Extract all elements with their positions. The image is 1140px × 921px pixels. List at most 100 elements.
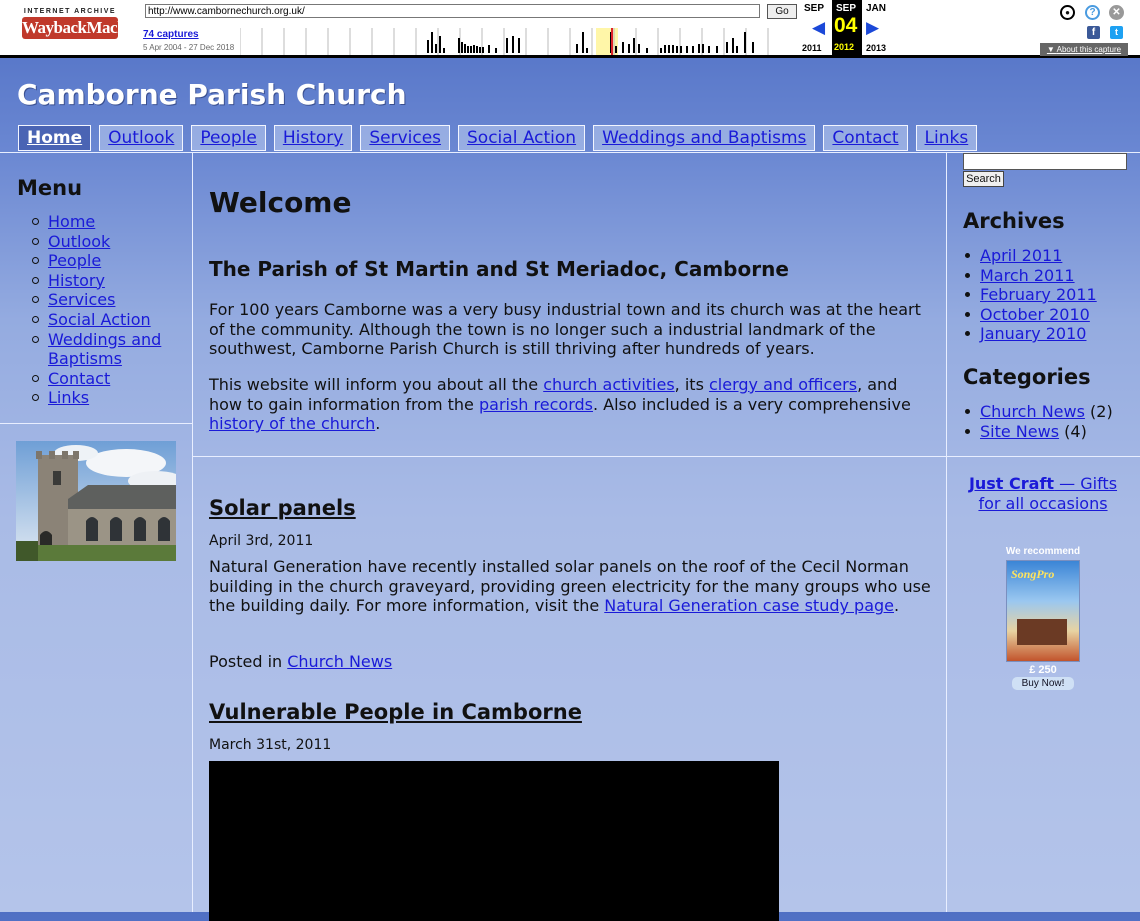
nav-link-weddings[interactable]: Weddings and Baptisms (602, 128, 806, 148)
archive-link[interactable]: February 2011 (980, 285, 1097, 304)
about-capture-label: About this capture (1056, 45, 1122, 54)
post-date-solar: April 3rd, 2011 (209, 533, 314, 549)
just-craft-ad[interactable]: Just Craft — Gifts for all occasions (958, 474, 1128, 514)
menu-item: Contact (32, 369, 178, 389)
nav-link-services[interactable]: Services (369, 128, 441, 148)
nav-link-people[interactable]: People (200, 128, 256, 148)
product-photo (1017, 619, 1067, 645)
categories-list: Church News (2) Site News (4) (965, 402, 1113, 442)
embedded-video[interactable] (209, 761, 779, 921)
info-paragraph: This website will inform you about all t… (209, 375, 934, 434)
prev-capture-arrow-icon[interactable]: ◀ (812, 19, 825, 36)
nav-tab-weddings[interactable]: Weddings and Baptisms (593, 125, 816, 151)
current-day-label: 04 (834, 14, 858, 37)
nav-tab-services[interactable]: Services (360, 125, 451, 151)
menu-link-links[interactable]: Links (48, 388, 89, 407)
archive-link[interactable]: October 2010 (980, 305, 1090, 324)
recommend-widget: We recommend SongPro £ 250 Buy Now! (993, 546, 1093, 690)
menu-link-history[interactable]: History (48, 271, 105, 290)
info-text-1: This website will inform you about all t… (209, 375, 544, 394)
church-activities-link[interactable]: church activities (543, 375, 674, 394)
product-image[interactable]: SongPro (1006, 560, 1080, 662)
archive-item: January 2010 (965, 324, 1097, 344)
clergy-link[interactable]: clergy and officers (709, 375, 857, 394)
menu-link-weddings[interactable]: Weddings and Baptisms (48, 330, 161, 369)
menu-link-people[interactable]: People (48, 251, 101, 270)
archive-link[interactable]: March 2011 (980, 266, 1075, 285)
nav-link-contact[interactable]: Contact (832, 128, 898, 148)
nav-tab-contact[interactable]: Contact (823, 125, 908, 151)
site-title: Camborne Parish Church (17, 78, 407, 111)
just-craft-link[interactable]: Just Craft — Gifts for all occasions (969, 474, 1117, 513)
close-icon[interactable]: ✕ (1109, 5, 1124, 20)
intro-paragraph: For 100 years Camborne was a very busy i… (209, 300, 921, 359)
search-input[interactable] (963, 153, 1127, 170)
page-title: Welcome (209, 186, 352, 219)
info-text-5: . (375, 414, 381, 434)
categories-heading: Categories (963, 365, 1091, 389)
posted-in-label: Posted in (209, 652, 288, 671)
post-title-solar[interactable]: Solar panels (209, 496, 356, 520)
menu-link-services[interactable]: Services (48, 290, 115, 309)
wayback-logo[interactable]: INTERNET ARCHIVE WaybackMachine (22, 8, 147, 46)
nav-link-home[interactable]: Home (27, 128, 82, 148)
nav-tab-outlook[interactable]: Outlook (99, 125, 184, 151)
menu-heading: Menu (17, 176, 83, 200)
nav-link-links[interactable]: Links (925, 128, 969, 148)
menu-link-outlook[interactable]: Outlook (48, 232, 110, 251)
info-text-4: . Also included is a very comprehensive (592, 394, 911, 414)
archive-item: February 2011 (965, 285, 1097, 305)
recommend-label: We recommend (1005, 546, 1081, 557)
menu-list: Home Outlook People History Services Soc… (32, 212, 178, 408)
help-icon[interactable]: ? (1085, 5, 1100, 20)
archive-link[interactable]: January 2010 (980, 324, 1086, 343)
next-month-label: JAN (866, 3, 887, 14)
church-photo (16, 441, 176, 561)
post-title-vulnerable[interactable]: Vulnerable People in Camborne (209, 700, 582, 724)
nav-tab-links[interactable]: Links (915, 125, 978, 151)
product-title: SongPro (1011, 567, 1055, 581)
category-link[interactable]: Church News (980, 402, 1085, 421)
archive-item: April 2011 (965, 246, 1097, 266)
nav-link-social-action[interactable]: Social Action (467, 128, 576, 148)
capture-range: 5 Apr 2004 - 27 Dec 2018 (143, 43, 235, 52)
category-count: (4) (1064, 421, 1087, 441)
wayback-go-button[interactable]: Go (767, 4, 797, 19)
wayback-url-input[interactable] (145, 4, 760, 18)
category-count: (2) (1090, 402, 1113, 421)
menu-link-home[interactable]: Home (48, 212, 95, 231)
facebook-icon[interactable]: f (1087, 26, 1100, 39)
category-item: Site News (4) (965, 421, 1113, 442)
buy-now-button[interactable]: Buy Now! (1012, 677, 1074, 690)
case-study-link[interactable]: Natural Generation case study page (604, 596, 894, 615)
prev-year-label: 2011 (802, 43, 822, 53)
history-link[interactable]: history of the church (209, 414, 375, 433)
nav-tab-history[interactable]: History (273, 125, 353, 151)
user-icon[interactable]: ● (1060, 5, 1075, 20)
current-month-label: SEP (836, 3, 857, 14)
wayback-toolbar: INTERNET ARCHIVE WaybackMachine Go 74 ca… (0, 0, 1140, 58)
menu-link-social-action[interactable]: Social Action (48, 310, 151, 329)
category-link-church-news[interactable]: Church News (287, 652, 392, 671)
captures-link[interactable]: 74 captures (143, 29, 199, 40)
menu-item: Services (32, 290, 178, 310)
nav-tab-people[interactable]: People (191, 125, 266, 151)
product-price: £ 250 (1029, 664, 1057, 676)
parish-records-link[interactable]: parish records (479, 395, 593, 414)
welcome-divider (193, 456, 946, 457)
capture-sparkline[interactable] (240, 28, 770, 55)
nav-link-history[interactable]: History (283, 128, 343, 148)
category-item: Church News (2) (965, 402, 1113, 422)
next-year-label: 2013 (866, 43, 887, 53)
twitter-icon[interactable]: t (1110, 26, 1123, 39)
nav-tab-home[interactable]: Home (18, 125, 92, 151)
search-button[interactable]: Search (963, 171, 1004, 187)
archive-link[interactable]: April 2011 (980, 246, 1062, 265)
next-capture-arrow-icon[interactable]: ▶ (866, 19, 879, 36)
nav-tab-social-action[interactable]: Social Action (458, 125, 586, 151)
menu-link-contact[interactable]: Contact (48, 369, 110, 388)
prev-month-label: SEP (804, 3, 825, 14)
about-capture-link[interactable]: ▼ About this capture (1040, 43, 1128, 56)
nav-link-outlook[interactable]: Outlook (108, 128, 174, 148)
category-link[interactable]: Site News (980, 422, 1059, 441)
